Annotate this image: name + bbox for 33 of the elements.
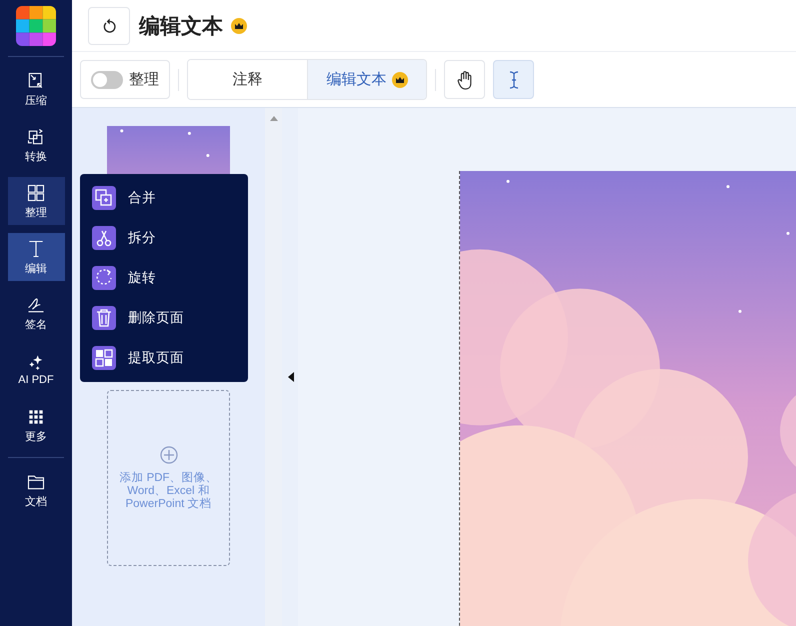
sidebar-item[interactable]: 压缩 bbox=[8, 65, 64, 113]
sidebar-item[interactable]: 编辑 bbox=[8, 233, 64, 281]
organize-toggle[interactable]: 整理 bbox=[80, 60, 170, 99]
sidebar-item[interactable]: AI PDF bbox=[8, 345, 64, 393]
menu-item[interactable]: 拆分 bbox=[80, 218, 248, 258]
plus-circle-icon bbox=[160, 446, 178, 464]
sidebar-item[interactable]: 整理 bbox=[8, 177, 64, 225]
menu-item[interactable]: 合并 bbox=[80, 178, 248, 218]
sidebar-item[interactable]: 更多 bbox=[8, 401, 64, 449]
toggle-switch[interactable] bbox=[91, 70, 123, 88]
page-title: 编辑文本 bbox=[139, 14, 223, 40]
collapse-arrow-icon[interactable] bbox=[288, 372, 294, 382]
mode-tab[interactable]: 编辑文本 bbox=[307, 60, 426, 99]
sidebar-item[interactable]: 签名 bbox=[8, 289, 64, 337]
scissors-icon bbox=[92, 226, 116, 250]
sidebar-item[interactable]: 转换 bbox=[8, 121, 64, 169]
add-files-hint: 添加 PDF、图像、Word、Excel 和 PowerPoint 文档 bbox=[118, 472, 219, 510]
rotate-icon bbox=[92, 266, 116, 290]
menu-item[interactable]: 删除页面 bbox=[80, 298, 248, 338]
back-button[interactable] bbox=[88, 6, 130, 44]
sidebar-item[interactable]: 文档 bbox=[8, 466, 64, 514]
grid-icon bbox=[26, 182, 46, 202]
grid-icon bbox=[92, 346, 116, 370]
menu-item[interactable]: 提取页面 bbox=[80, 338, 248, 378]
scroll-up-icon[interactable] bbox=[270, 116, 278, 121]
logo-icon[interactable] bbox=[16, 6, 56, 46]
trash-icon bbox=[92, 306, 116, 330]
hand-icon bbox=[456, 70, 474, 90]
hand-tool-button[interactable] bbox=[444, 60, 485, 99]
text-cursor-tool-button[interactable] bbox=[493, 60, 534, 99]
text-cursor-icon bbox=[508, 70, 520, 88]
menu-item[interactable]: 旋转 bbox=[80, 258, 248, 298]
merge-icon bbox=[92, 186, 116, 210]
